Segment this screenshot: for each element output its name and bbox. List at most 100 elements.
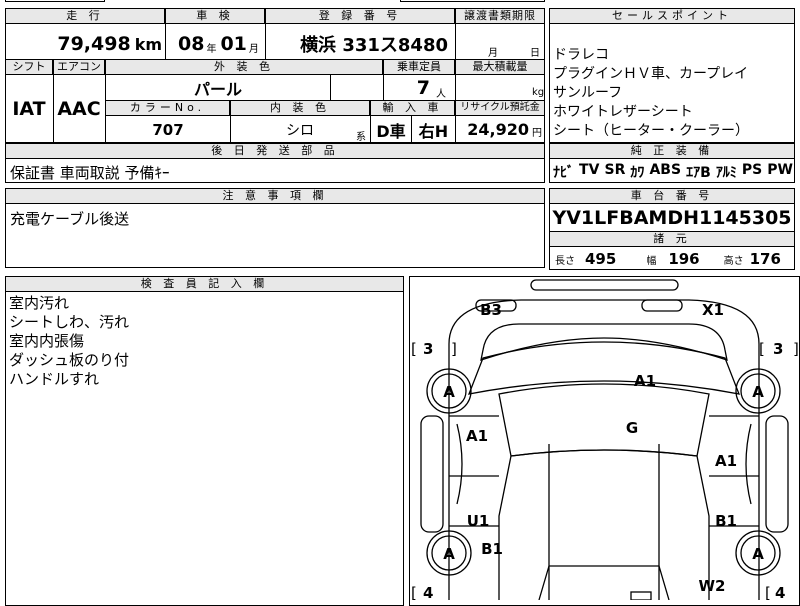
sales-point-item: シート（ヒーター・クーラー） xyxy=(553,123,749,139)
side-rail-right xyxy=(765,415,789,533)
sales-point-list: ドラレコ プラグインＨＶ車、カープレイ サンルーフ ホワイトレザーシート シート… xyxy=(553,46,749,141)
sales-point-item: ホワイトレザーシート xyxy=(553,104,693,120)
inspection-year: 08 xyxy=(178,33,205,55)
mileage-unit: km xyxy=(134,34,162,54)
equipment-item: TV xyxy=(579,162,600,178)
mark-right-rear-door: B1 xyxy=(715,512,737,530)
height-value: 176 xyxy=(749,250,781,268)
color-no-value: 707 xyxy=(152,120,184,139)
equipment-item: ｴｱB xyxy=(686,165,711,181)
mark-hood: A1 xyxy=(634,372,656,390)
recycle-value: 24,920 xyxy=(467,120,529,139)
sales-point-header: セールスポイント xyxy=(549,8,795,24)
svg-text:]: ] xyxy=(451,340,457,358)
front-bumper-bar xyxy=(530,279,679,291)
windshield xyxy=(498,383,710,457)
door-lines xyxy=(449,415,759,527)
dimensions-header: 諸 元 xyxy=(549,231,795,247)
mirror-right xyxy=(641,299,683,312)
equipment-item: SR xyxy=(604,162,626,178)
side-rail-left xyxy=(420,415,444,533)
shift-value: IAT xyxy=(12,98,46,120)
steering-value: 右H xyxy=(418,121,449,141)
inspector-line: シートしわ、汚れ xyxy=(9,313,130,331)
tread-rear-left: 4 xyxy=(423,584,433,600)
inspection-month: 01 xyxy=(220,33,247,55)
capacity-value: 7 xyxy=(416,77,430,99)
rear-window xyxy=(538,565,670,600)
max-load-unit: kg xyxy=(532,87,545,98)
svg-text:]: ] xyxy=(793,340,799,358)
sales-point-item: ドラレコ xyxy=(553,47,609,63)
mark-tire-rear-left: A xyxy=(443,545,455,563)
tread-front-right: 3 xyxy=(773,340,783,358)
mark-tire-rear-right: A xyxy=(752,545,764,563)
registration-header: 登 録 番 号 xyxy=(265,8,455,24)
mark-rear: W2 xyxy=(699,577,726,595)
inspector-line: ハンドルすれ xyxy=(9,370,100,388)
exterior-color-header: 外 装 色 xyxy=(105,59,383,75)
length-value: 495 xyxy=(585,250,617,268)
mark-tire-front-right: A xyxy=(752,383,764,401)
aircon-header: エアコン xyxy=(53,59,105,75)
svg-text:[: [ xyxy=(759,340,765,358)
max-load-header: 最大積載量 xyxy=(455,59,545,75)
rear-detail xyxy=(630,591,652,600)
mark-b3: B3 xyxy=(480,301,502,319)
aircon-value: AAC xyxy=(57,98,101,120)
hood xyxy=(467,341,741,395)
notes-value: 充電ケーブル後送 xyxy=(10,210,130,228)
genuine-equipment-list: ﾅﾋﾞ TV SR ｶﾜ ABS ｴｱB ｱﾙﾐ PS PW xyxy=(553,162,793,182)
import-value: D車 xyxy=(376,121,406,141)
cut-cell xyxy=(400,0,545,2)
svg-text:[: [ xyxy=(411,584,417,600)
dimensions-row: 長さ 495 幅 196 高さ 176 xyxy=(555,250,781,268)
mileage-header: 走 行 xyxy=(5,8,165,24)
capacity-header: 乗車定員 xyxy=(383,59,455,75)
chassis-header: 車 台 番 号 xyxy=(549,188,795,204)
svg-text:[: [ xyxy=(411,340,417,358)
sales-point-item: プラグインＨＶ車、カープレイ xyxy=(553,66,749,82)
shift-header: シフト xyxy=(5,59,53,75)
color-no-header: カラーNo. xyxy=(105,100,230,116)
inspector-line: 室内汚れ xyxy=(9,294,70,312)
mileage-value: 79,498 xyxy=(57,33,131,55)
mark-left-rear-quarter: B1 xyxy=(481,540,503,558)
tread-rear-right: 4 xyxy=(775,584,785,600)
mark-left-rear-door: U1 xyxy=(467,512,490,530)
width-value: 196 xyxy=(668,250,700,268)
inspection-header: 車 検 xyxy=(165,8,265,24)
svg-text:[: [ xyxy=(765,584,771,600)
car-diagram: [ ] 3 [ ] 3 [ 4 [ 4 B3 X1 A1 G A1 A1 U1 … xyxy=(411,279,799,600)
equipment-item: PW xyxy=(767,162,793,178)
mark-left-front-door: A1 xyxy=(466,427,488,445)
mark-right-front-door: A1 xyxy=(715,452,737,470)
tread-front-left: 3 xyxy=(423,340,433,358)
equipment-item: ｱﾙﾐ xyxy=(715,165,737,181)
import-header: 輸 入 車 xyxy=(370,100,455,116)
door-handles xyxy=(456,423,752,505)
pillars xyxy=(548,444,660,600)
inspector-line: 室内内張傷 xyxy=(9,332,85,350)
sales-point-item: サンルーフ xyxy=(553,85,623,101)
later-parts-value: 保証書 車両取説 予備ｷｰ xyxy=(10,164,170,182)
later-parts-header: 後 日 発 送 部 品 xyxy=(5,143,545,159)
equipment-item: ｶﾜ xyxy=(630,165,645,181)
equipment-item: ABS xyxy=(649,162,682,178)
recycle-header: リサイクル預託金 xyxy=(455,100,545,116)
registration-cell: 横浜 331ス8480 xyxy=(266,26,454,62)
inspector-notes: 室内汚れ シートしわ、汚れ 室内内張傷 ダッシュ板のり付 ハンドルすれ xyxy=(9,294,129,389)
chassis-number: YV1LFBAMDH1145305 xyxy=(552,207,792,229)
interior-color-value: シロ xyxy=(286,122,314,139)
inspector-header: 検 査 員 記 入 欄 xyxy=(5,276,404,292)
mark-tire-front-left: A xyxy=(443,383,455,401)
notes-header: 注 意 事 項 欄 xyxy=(5,188,545,204)
equipment-item: PS xyxy=(741,162,763,178)
genuine-equipment-header: 純 正 装 備 xyxy=(549,143,795,159)
roof xyxy=(498,449,710,600)
exterior-color-value: パール xyxy=(193,80,242,99)
mark-x1: X1 xyxy=(702,301,724,319)
cut-cell xyxy=(5,0,105,2)
mileage-cell: 79,498 km xyxy=(57,26,164,62)
inspector-line: ダッシュ板のり付 xyxy=(9,351,130,369)
